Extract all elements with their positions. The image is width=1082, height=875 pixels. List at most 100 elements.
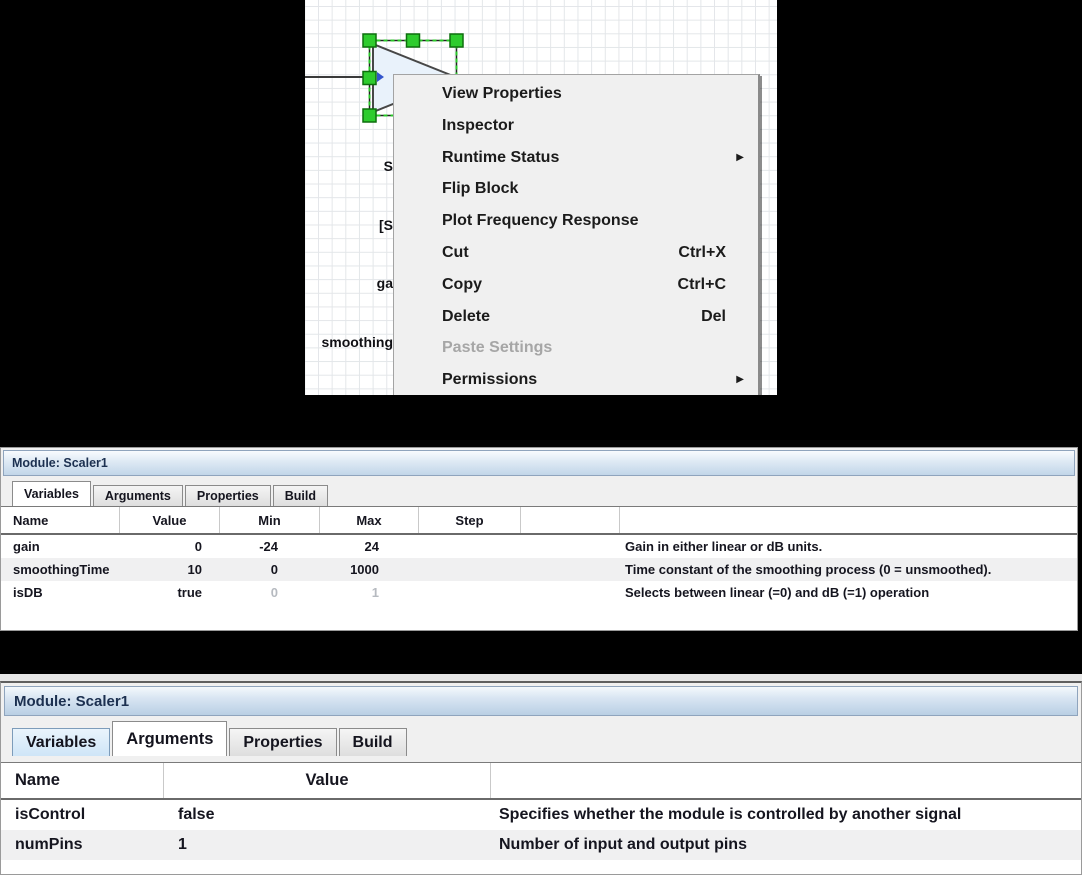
tab-label: Build [353, 734, 393, 752]
menu-item-plot-frequency-response[interactable]: Plot Frequency Response [394, 205, 758, 237]
cell-description: Gain in either linear or dB units. [620, 539, 1077, 554]
module-arguments-panel: Module: Scaler1 Variables Arguments Prop… [0, 681, 1082, 875]
handle-top-mid[interactable] [407, 34, 420, 47]
table-row-gain[interactable]: gain 0 -24 24 Gain in either linear or d… [1, 535, 1077, 558]
handle-top-right[interactable] [450, 34, 463, 47]
handle-mid-left[interactable] [363, 72, 376, 85]
cell-name: gain [1, 539, 120, 554]
cell-description: Time constant of the smoothing process (… [620, 562, 1077, 577]
menu-item-copy[interactable]: Copy Ctrl+C [394, 269, 758, 301]
menu-item-label: Delete [442, 308, 490, 325]
table-row-numpins[interactable]: numPins 1 Number of input and output pin… [1, 830, 1081, 860]
tab-label: Arguments [105, 489, 171, 503]
tab-variables[interactable]: Variables [12, 481, 91, 506]
table-row-isdb[interactable]: isDB true 0 1 Selects between linear (=0… [1, 581, 1077, 604]
menu-item-label: Paste Settings [442, 339, 552, 356]
cell-name: isDB [1, 585, 120, 600]
cell-max: 1 [320, 585, 419, 600]
menu-shortcut: Del [701, 301, 726, 333]
menu-shortcut: Ctrl+X [678, 237, 726, 269]
tab-build[interactable]: Build [339, 728, 407, 756]
block-caption-line: [S [305, 216, 393, 236]
tab-build[interactable]: Build [273, 485, 328, 506]
cell-value[interactable]: 1 [164, 836, 491, 854]
cell-name: smoothingTime [1, 562, 120, 577]
cell-name: isControl [1, 806, 164, 824]
column-header-min[interactable]: Min [220, 507, 320, 533]
menu-item-label: Inspector [442, 117, 514, 134]
table-row-smoothingtime[interactable]: smoothingTime 10 0 1000 Time constant of… [1, 558, 1077, 581]
schematic-canvas[interactable]: S [S ga smoothing i View Properties Insp… [305, 0, 777, 395]
menu-item-permissions[interactable]: Permissions ▶ [394, 364, 758, 395]
menu-item-view-properties[interactable]: View Properties [394, 78, 758, 110]
submenu-arrow-icon: ▶ [736, 142, 744, 174]
tab-variables[interactable]: Variables [12, 728, 110, 756]
menu-item-cut[interactable]: Cut Ctrl+X [394, 237, 758, 269]
cell-value[interactable]: 0 [120, 539, 220, 554]
panel-chrome: Module: Scaler1 Variables Arguments Prop… [1, 448, 1077, 506]
cell-min: 0 [220, 585, 320, 600]
menu-item-flip-block[interactable]: Flip Block [394, 173, 758, 205]
block-caption: S [S ga smoothing i [305, 118, 393, 395]
cell-max[interactable]: 1000 [320, 562, 419, 577]
window-edge-strip [0, 674, 1082, 681]
handle-top-left[interactable] [363, 34, 376, 47]
panel-titlebar: Module: Scaler1 [4, 686, 1078, 716]
tab-properties[interactable]: Properties [229, 728, 336, 756]
menu-item-label: Copy [442, 276, 482, 293]
table-header: Name Value [1, 762, 1081, 800]
cell-description: Selects between linear (=0) and dB (=1) … [620, 585, 1077, 600]
menu-item-label: Cut [442, 244, 469, 261]
cell-value[interactable]: true [120, 585, 220, 600]
context-menu: View Properties Inspector Runtime Status… [393, 74, 760, 395]
menu-shortcut: Ctrl+C [678, 269, 726, 301]
column-header-value[interactable]: Value [164, 763, 491, 798]
menu-item-paste-settings: Paste Settings [394, 332, 758, 364]
menu-item-inspector[interactable]: Inspector [394, 110, 758, 142]
column-header-value[interactable]: Value [120, 507, 220, 533]
cell-value[interactable]: 10 [120, 562, 220, 577]
cell-value[interactable]: false [164, 806, 491, 824]
table-row-iscontrol[interactable]: isControl false Specifies whether the mo… [1, 800, 1081, 830]
tab-label: Arguments [126, 730, 213, 749]
cell-name: numPins [1, 836, 164, 854]
column-header-name[interactable]: Name [1, 507, 120, 533]
module-variables-panel: Module: Scaler1 Variables Arguments Prop… [0, 447, 1078, 631]
menu-item-label: Permissions [442, 371, 537, 388]
menu-item-label: View Properties [442, 85, 562, 102]
cell-description: Specifies whether the module is controll… [491, 806, 1081, 824]
tab-label: Properties [197, 489, 259, 503]
tab-label: Properties [243, 734, 322, 752]
block-caption-line: ga [305, 274, 393, 294]
tab-bar: Variables Arguments Properties Build [3, 478, 1075, 506]
menu-item-label: Flip Block [442, 180, 518, 197]
submenu-arrow-icon: ▶ [736, 364, 744, 395]
menu-item-label: Runtime Status [442, 149, 559, 166]
tab-label: Variables [26, 734, 96, 752]
cell-min[interactable]: -24 [220, 539, 320, 554]
tab-arguments[interactable]: Arguments [93, 485, 183, 506]
block-caption-line: i [305, 391, 393, 395]
panel-titlebar: Module: Scaler1 [3, 450, 1075, 476]
cell-max[interactable]: 24 [320, 539, 419, 554]
column-header-description [491, 763, 1081, 798]
menu-item-label: Plot Frequency Response [442, 212, 639, 229]
cell-description: Number of input and output pins [491, 836, 1081, 854]
menu-item-delete[interactable]: Delete Del [394, 301, 758, 333]
cell-min[interactable]: 0 [220, 562, 320, 577]
column-header-step[interactable]: Step [419, 507, 521, 533]
column-header-max[interactable]: Max [320, 507, 419, 533]
tab-properties[interactable]: Properties [185, 485, 271, 506]
panel-title: Module: Scaler1 [14, 693, 129, 710]
tab-label: Variables [24, 487, 79, 501]
menu-item-runtime-status[interactable]: Runtime Status ▶ [394, 142, 758, 174]
block-caption-line: smoothing [305, 333, 393, 353]
column-header-description [620, 507, 1077, 533]
column-header-spacer [521, 507, 620, 533]
table-header: Name Value Min Max Step [1, 506, 1077, 535]
tab-arguments[interactable]: Arguments [112, 721, 227, 756]
tab-label: Build [285, 489, 316, 503]
panel-chrome: Module: Scaler1 Variables Arguments Prop… [1, 683, 1081, 762]
panel-title: Module: Scaler1 [12, 456, 108, 470]
column-header-name[interactable]: Name [1, 763, 164, 798]
